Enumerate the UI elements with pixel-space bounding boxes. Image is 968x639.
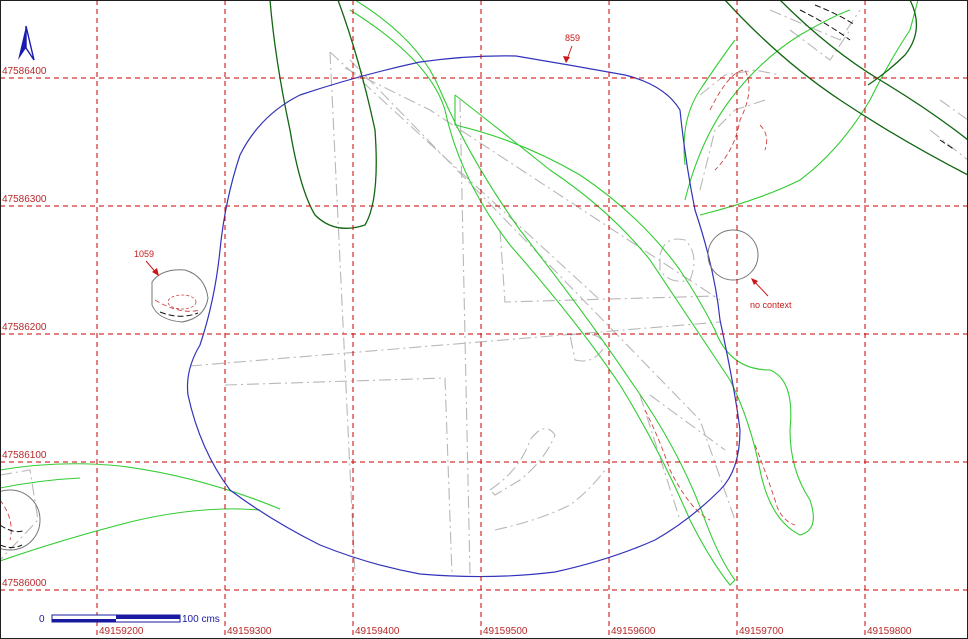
left-edge-feature bbox=[0, 489, 41, 551]
x-label-2: 49159300 bbox=[227, 626, 272, 637]
scale-end-label: 100 cms bbox=[182, 614, 220, 625]
red-feature-lines bbox=[0, 69, 796, 541]
x-axis-labels: 49159200 49159300 49159400 49159500 4915… bbox=[99, 626, 912, 637]
feature-1059-outline bbox=[151, 269, 209, 323]
y-label-4: 47586100 bbox=[2, 450, 47, 461]
green-boundary-lines bbox=[0, 0, 919, 586]
y-axis-labels: 47586400 47586300 47586200 47586100 4758… bbox=[2, 66, 47, 589]
coordinate-grid bbox=[0, 0, 968, 639]
x-label-6: 49159700 bbox=[739, 626, 784, 637]
grey-feature-lines bbox=[0, 9, 968, 576]
dark-green-lines bbox=[269, 0, 968, 229]
x-label-7: 49159800 bbox=[867, 626, 912, 637]
feature-859-arrowhead bbox=[563, 56, 570, 63]
y-label-5: 47586000 bbox=[2, 578, 47, 589]
x-label-5: 49159600 bbox=[611, 626, 656, 637]
feature-1059-label: 1059 bbox=[134, 249, 154, 259]
scale-bar-fill bbox=[116, 615, 180, 619]
no-context-label: no context bbox=[750, 300, 792, 310]
x-label-1: 49159200 bbox=[99, 626, 144, 637]
x-label-3: 49159400 bbox=[355, 626, 400, 637]
feature-859-label: 859 bbox=[565, 33, 580, 43]
feature-1059-inner bbox=[167, 294, 197, 310]
scale-bar-fill-lower bbox=[52, 619, 116, 622]
site-plan-map: 47586400 47586300 47586200 47586100 4758… bbox=[0, 0, 968, 639]
x-label-4: 49159500 bbox=[483, 626, 528, 637]
scale-start-label: 0 bbox=[39, 614, 45, 625]
feature-859-outline bbox=[186, 55, 741, 578]
black-feature-lines bbox=[0, 4, 956, 548]
no-context-feature bbox=[707, 229, 759, 281]
y-label-3: 47586200 bbox=[2, 322, 47, 333]
y-label-2: 47586300 bbox=[2, 194, 47, 205]
scale-bar: 0 100 cms bbox=[39, 614, 220, 625]
north-arrow-icon bbox=[18, 25, 35, 61]
y-label-1: 47586400 bbox=[2, 66, 47, 77]
